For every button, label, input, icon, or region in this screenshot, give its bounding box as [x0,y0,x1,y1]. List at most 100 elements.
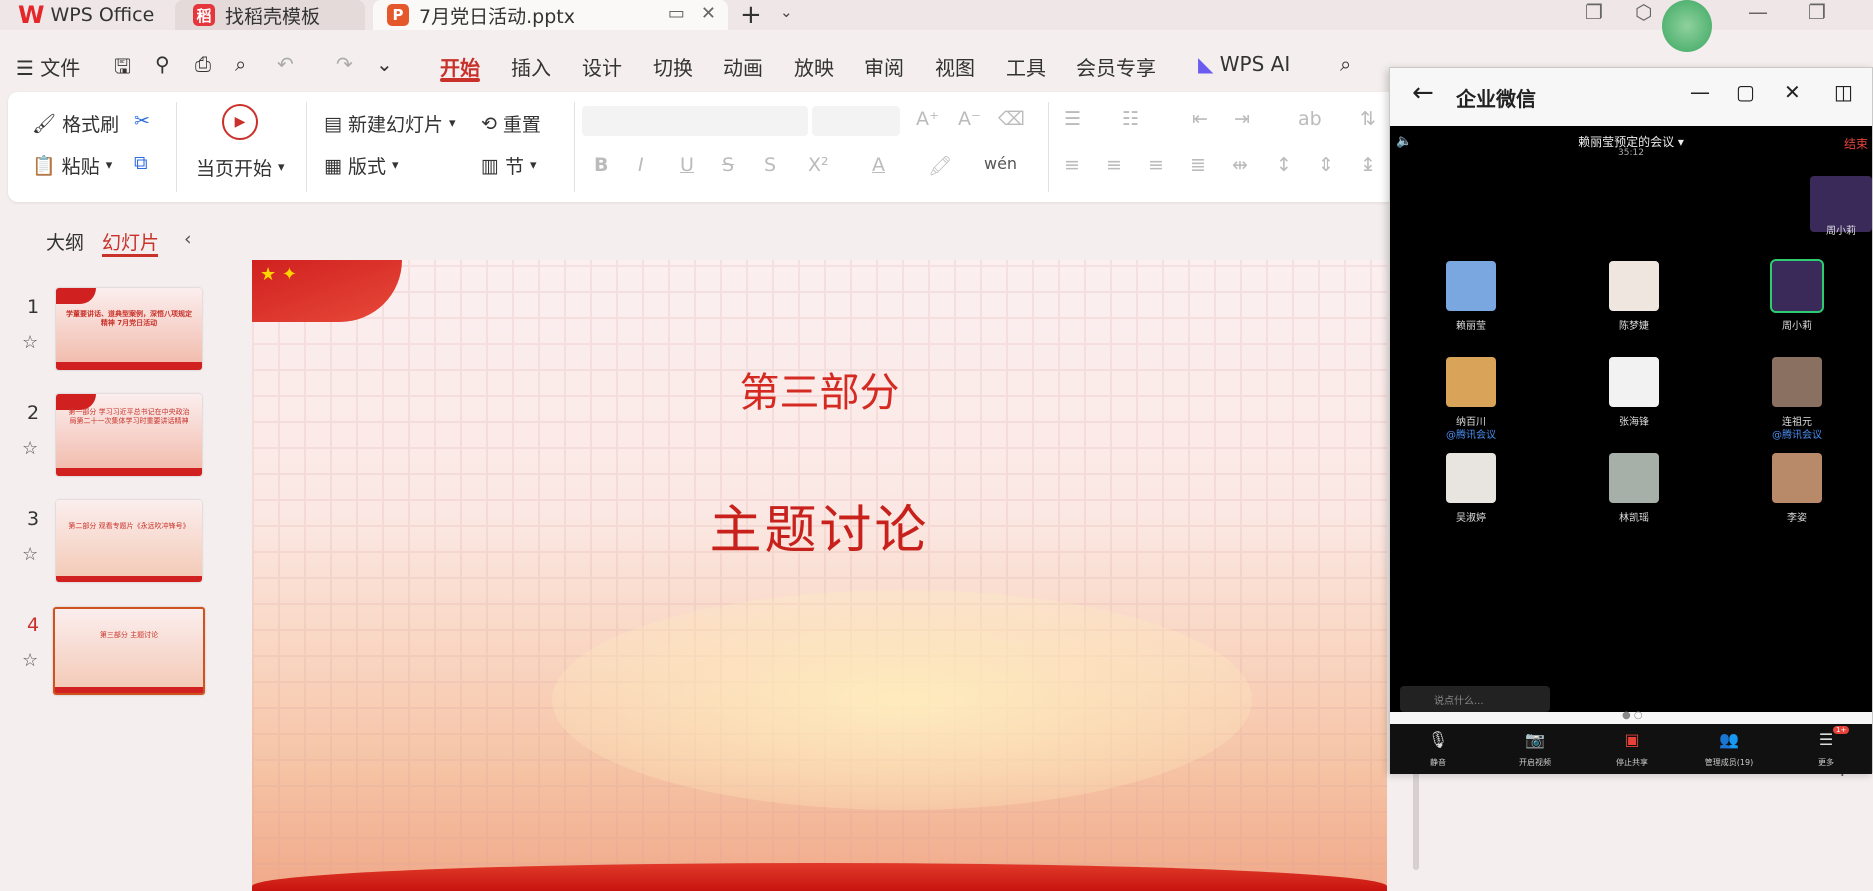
slide-thumbnail-1[interactable]: 学董要讲话、道典型案例，深悟八项规定精神 7月党日活动 [56,288,202,370]
section-button[interactable]: ▥ 节 ▾ [481,152,537,179]
menu-animation[interactable]: 动画 [723,52,763,81]
reset-button[interactable]: ⟲ 重置 [481,110,541,137]
more-button[interactable]: ☰ 更多 [1778,730,1873,769]
menu-tools[interactable]: 工具 [1006,52,1046,81]
paragraph-spacing-icon[interactable]: ⇕ [1318,154,1334,176]
menu-file[interactable]: ☰ 文件 [16,52,80,81]
window-tile-icon[interactable]: ❐ [1585,0,1603,24]
star-icon[interactable]: ☆ [22,650,38,671]
manage-members-button[interactable]: 👥 管理成员(19) [1681,730,1777,769]
play-from-current-button[interactable]: 当页开始 ▾ [196,154,285,181]
superscript-button[interactable]: X² [808,154,829,176]
layout-button[interactable]: ▦ 版式 ▾ [324,152,399,179]
tab-document[interactable]: P 7月党日活动.pptx ▭ ✕ [373,0,728,30]
avatar[interactable] [1770,259,1824,313]
clear-format-icon[interactable]: ⌫ [998,108,1025,130]
font-color-button[interactable]: A [872,154,885,176]
avatar[interactable] [1609,357,1659,407]
start-video-button[interactable]: 📷 开启视频 [1487,730,1583,769]
slide-title[interactable]: 主题讨论 [252,488,1387,563]
back-arrow-icon[interactable]: ← [1412,78,1434,108]
align-right-icon[interactable]: ≡ [1148,154,1164,176]
menu-view[interactable]: 视图 [935,52,975,81]
minimize-icon[interactable]: — [1690,80,1710,104]
increase-font-icon[interactable]: A⁺ [916,108,939,130]
new-tab-button[interactable]: + [740,0,762,30]
sort-icon[interactable]: ⇅ [1360,108,1376,130]
avatar[interactable] [1446,357,1496,407]
paste-button[interactable]: 📋 粘贴 ▾ [32,152,112,179]
menu-insert[interactable]: 插入 [511,52,551,81]
close-tab-icon[interactable]: ✕ [701,3,716,24]
justify-icon[interactable]: ≣ [1190,154,1206,176]
avatar[interactable] [1446,453,1496,503]
tab-template[interactable]: 稻 找稻壳模板 [175,0,365,30]
align-left-icon[interactable]: ≡ [1064,154,1080,176]
vertical-scrollbar[interactable] [1413,770,1419,870]
tab-outline[interactable]: 大纲 [46,228,84,255]
align-center-icon[interactable]: ≡ [1106,154,1122,176]
slide-subtitle[interactable]: 第三部分 [252,360,1387,418]
star-icon[interactable]: ☆ [22,544,38,565]
italic-button[interactable]: I [638,154,644,176]
slide-thumbnail-3[interactable]: 第二部分 观看专题片《永远吹冲锋号》 [56,500,202,582]
mute-button[interactable]: 🎙 静音 [1390,730,1486,769]
menu-wps-ai[interactable]: ◣ WPS AI [1198,52,1290,76]
cube-icon[interactable]: ⬡ [1635,0,1652,24]
sidebar-toggle-icon[interactable]: ◫ [1834,80,1853,104]
distribute-icon[interactable]: ⇹ [1232,154,1248,176]
print-preview-icon[interactable]: ⌕ [235,52,246,76]
end-meeting-button[interactable]: 结束 [1844,135,1868,152]
column-spacing-icon[interactable]: ↨ [1360,154,1376,176]
avatar[interactable] [1446,261,1496,311]
cut-icon[interactable]: ✂ [134,110,150,132]
increase-indent-icon[interactable]: ⇥ [1234,108,1250,130]
menu-design[interactable]: 设计 [582,52,622,81]
text-direction-icon[interactable]: ab [1298,108,1322,130]
minimize-icon[interactable]: — [1748,0,1768,24]
menu-slideshow[interactable]: 放映 [794,52,834,81]
font-family-select[interactable] [582,106,808,136]
font-size-select[interactable] [812,106,900,136]
new-slide-button[interactable]: ▤ 新建幻灯片 ▾ [324,110,456,137]
tab-slides[interactable]: 幻灯片 [102,228,159,255]
close-icon[interactable]: ✕ [1784,80,1801,104]
slide-thumbnail-4[interactable]: 第三部分 主题讨论 [53,607,205,695]
phonetic-guide-button[interactable]: wén [984,154,1017,173]
maximize-icon[interactable]: ❐ [1808,0,1826,24]
menu-member[interactable]: 会员专享 [1076,52,1156,81]
play-icon[interactable]: ▶ [222,104,258,140]
redo-icon[interactable]: ↷ [336,52,353,76]
star-icon[interactable]: ☆ [22,332,38,353]
numbered-list-icon[interactable]: ☷ [1122,108,1139,130]
search-icon[interactable]: ⌕ [1340,52,1351,76]
copy-icon[interactable]: ⧉ [134,152,148,174]
undo-icon[interactable]: ↶ [277,52,294,76]
slide-canvas[interactable]: ★ ✦ 第三部分 主题讨论 [252,260,1387,891]
chat-input[interactable]: 说点什么... [1400,686,1550,712]
decrease-indent-icon[interactable]: ⇤ [1192,108,1208,130]
avatar[interactable] [1772,357,1822,407]
tab-list-dropdown[interactable]: ⌄ [780,3,793,21]
format-painter-button[interactable]: 🖌 格式刷 [32,110,119,137]
slide-thumbnail-2[interactable]: 第一部分 学习习近平总书记在中央政治局第二十一次集体学习时重要讲话精神 [56,394,202,476]
strikethrough-button[interactable]: S [722,154,734,176]
decrease-font-icon[interactable]: A⁻ [958,108,981,130]
avatar[interactable] [1609,453,1659,503]
star-icon[interactable]: ☆ [22,438,38,459]
save-icon[interactable]: 🖫 [114,52,131,86]
monitor-icon[interactable]: ▭ [668,3,685,24]
print-icon[interactable]: ⎙ [195,52,211,76]
avatar[interactable] [1772,453,1822,503]
collapse-panel-icon[interactable]: ‹ [184,228,192,250]
menu-review[interactable]: 审阅 [864,52,904,81]
menu-transition[interactable]: 切换 [653,52,693,81]
highlight-icon[interactable]: 🖍 [928,154,952,177]
share-icon[interactable]: ⚲ [155,52,170,76]
bold-button[interactable]: B [594,154,608,176]
avatar[interactable] [1609,261,1659,311]
quick-access-more-icon[interactable]: ⌄ [376,52,393,76]
text-shadow-button[interactable]: S [764,154,776,176]
menu-start[interactable]: 开始 [440,52,480,81]
underline-button[interactable]: U [680,154,694,176]
